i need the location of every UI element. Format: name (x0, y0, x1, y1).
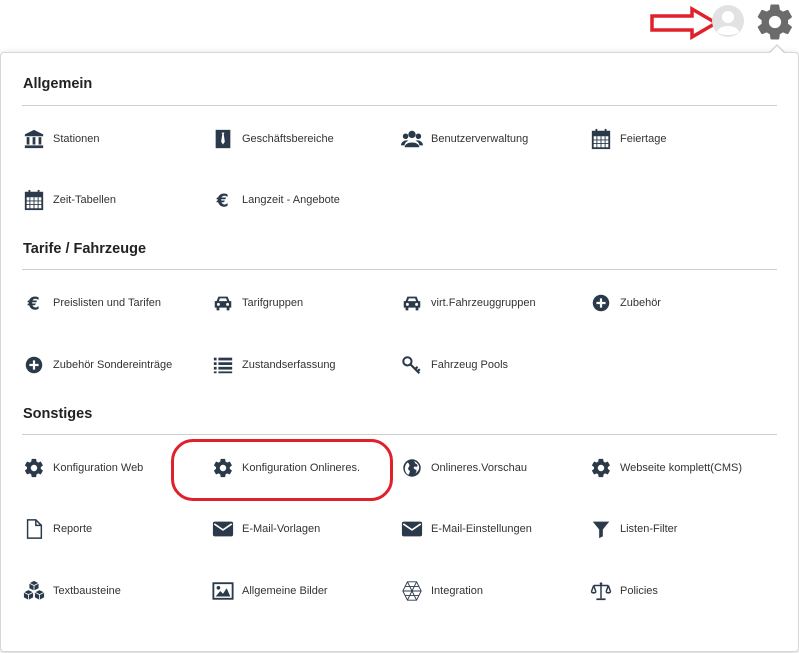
balance-scale-icon (590, 580, 612, 602)
menu-item-label: Fahrzeug Pools (431, 359, 509, 371)
menu-item-label: Feiertage (620, 133, 667, 145)
key-icon (401, 354, 423, 376)
menu-item-label: Konfiguration Web (53, 462, 144, 474)
filter-icon (590, 518, 612, 540)
menu-item-label: Zubehör Sondereinträge (53, 359, 173, 371)
top-bar (0, 0, 799, 50)
menu-item-label: Tarifgruppen (242, 297, 304, 309)
menu-item-tarifgruppen[interactable]: Tarifgruppen (212, 291, 303, 315)
menu-item-allgemeine-bilder[interactable]: Allgemeine Bilder (212, 579, 328, 603)
menu-item-label: Textbausteine (53, 585, 121, 597)
menu-item-label: Langzeit - Angebote (242, 194, 340, 206)
menu-item-virt-fahrzeuggruppen[interactable]: virt.Fahrzeuggruppen (401, 291, 536, 315)
envelope-icon (212, 518, 234, 540)
menu-item-geschaeftsbereiche[interactable]: Geschäftsbereiche (212, 127, 334, 151)
menu-item-feiertage[interactable]: Feiertage (590, 127, 666, 151)
red-highlight-annotation (171, 439, 393, 501)
gear-icon[interactable] (754, 1, 796, 43)
car-icon (212, 292, 234, 314)
menu-item-label: Zeit-Tabellen (53, 194, 116, 206)
euro-icon: € (212, 189, 234, 211)
menu-item-label: Allgemeine Bilder (242, 585, 328, 597)
gear-icon (590, 457, 612, 479)
calendar-icon (23, 189, 45, 211)
menu-item-policies[interactable]: Policies (590, 579, 658, 603)
menu-item-label: E-Mail-Einstellungen (431, 523, 532, 535)
section-divider (22, 105, 777, 106)
menu-item-label: Integration (431, 585, 483, 597)
users-icon (401, 128, 423, 150)
menu-item-zeit-tabellen[interactable]: Zeit-Tabellen (23, 188, 116, 212)
settings-dropdown-panel (0, 52, 799, 652)
section-title-allgemein: Allgemein (23, 76, 93, 92)
menu-item-email-vorlagen[interactable]: E-Mail-Vorlagen (212, 517, 320, 541)
menu-item-label: E-Mail-Vorlagen (242, 523, 321, 535)
plus-circle-icon (590, 292, 612, 314)
menu-item-label: Benutzerverwaltung (431, 133, 529, 145)
menu-item-label: Zustandserfassung (242, 359, 336, 371)
menu-item-label: virt.Fahrzeuggruppen (431, 297, 536, 309)
menu-item-fahrzeug-pools[interactable]: Fahrzeug Pools (401, 353, 508, 377)
calendar-icon (590, 128, 612, 150)
menu-item-preislisten[interactable]: € Preislisten und Tarifen (23, 291, 161, 315)
svg-text:€: € (216, 191, 229, 211)
globe-icon (401, 457, 423, 479)
menu-item-listen-filter[interactable]: Listen-Filter (590, 517, 677, 541)
menu-item-label: Onlineres.Vorschau (431, 462, 527, 474)
dropdown-caret-inner (769, 46, 785, 54)
menu-item-konfiguration-web[interactable]: Konfiguration Web (23, 456, 143, 480)
section-title-tarife-fahrzeuge: Tarife / Fahrzeuge (23, 241, 147, 257)
menu-item-label: Stationen (53, 133, 100, 145)
section-title-sonstiges: Sonstiges (23, 406, 93, 422)
menu-item-zustandserfassung[interactable]: Zustandserfassung (212, 353, 336, 377)
menu-item-label: Webseite komplett(CMS) (620, 462, 743, 474)
svg-text:€: € (27, 294, 40, 314)
envelope-icon (401, 518, 423, 540)
image-icon (212, 580, 234, 602)
menu-item-webseite-komplett-cms[interactable]: Webseite komplett(CMS) (590, 456, 742, 480)
menu-item-label: Reporte (53, 523, 93, 535)
car-icon (401, 292, 423, 314)
user-circle-icon[interactable] (710, 3, 746, 39)
plus-circle-icon (23, 354, 45, 376)
suit-tie-icon (212, 128, 234, 150)
menu-item-zubehoer-sondereintraege[interactable]: Zubehör Sondereinträge (23, 353, 172, 377)
euro-icon: € (23, 292, 45, 314)
file-icon (23, 518, 45, 540)
menu-item-benutzerverwaltung[interactable]: Benutzerverwaltung (401, 127, 528, 151)
menu-item-zubehoer[interactable]: Zubehör (590, 291, 661, 315)
menu-item-integration[interactable]: Integration (401, 579, 483, 603)
menu-item-email-einstellungen[interactable]: E-Mail-Einstellungen (401, 517, 532, 541)
menu-item-stationen[interactable]: Stationen (23, 127, 99, 151)
menu-item-onlineres-vorschau[interactable]: Onlineres.Vorschau (401, 456, 527, 480)
list-icon (212, 354, 234, 376)
menu-item-label: Geschäftsbereiche (242, 133, 334, 145)
gear-icon (23, 457, 45, 479)
menu-item-label: Preislisten und Tarifen (53, 297, 162, 309)
menu-item-reporte[interactable]: Reporte (23, 517, 92, 541)
menu-item-label: Zubehör (620, 297, 661, 309)
section-divider (22, 269, 777, 270)
menu-item-label: Policies (620, 585, 658, 597)
connectdevelop-icon (401, 580, 423, 602)
menu-item-textbausteine[interactable]: Textbausteine (23, 579, 121, 603)
cubes-icon (23, 580, 45, 602)
menu-item-label: Listen-Filter (620, 523, 678, 535)
bank-icon (23, 128, 45, 150)
menu-item-langzeit-angebote[interactable]: € Langzeit - Angebote (212, 188, 340, 212)
section-divider (22, 434, 777, 435)
